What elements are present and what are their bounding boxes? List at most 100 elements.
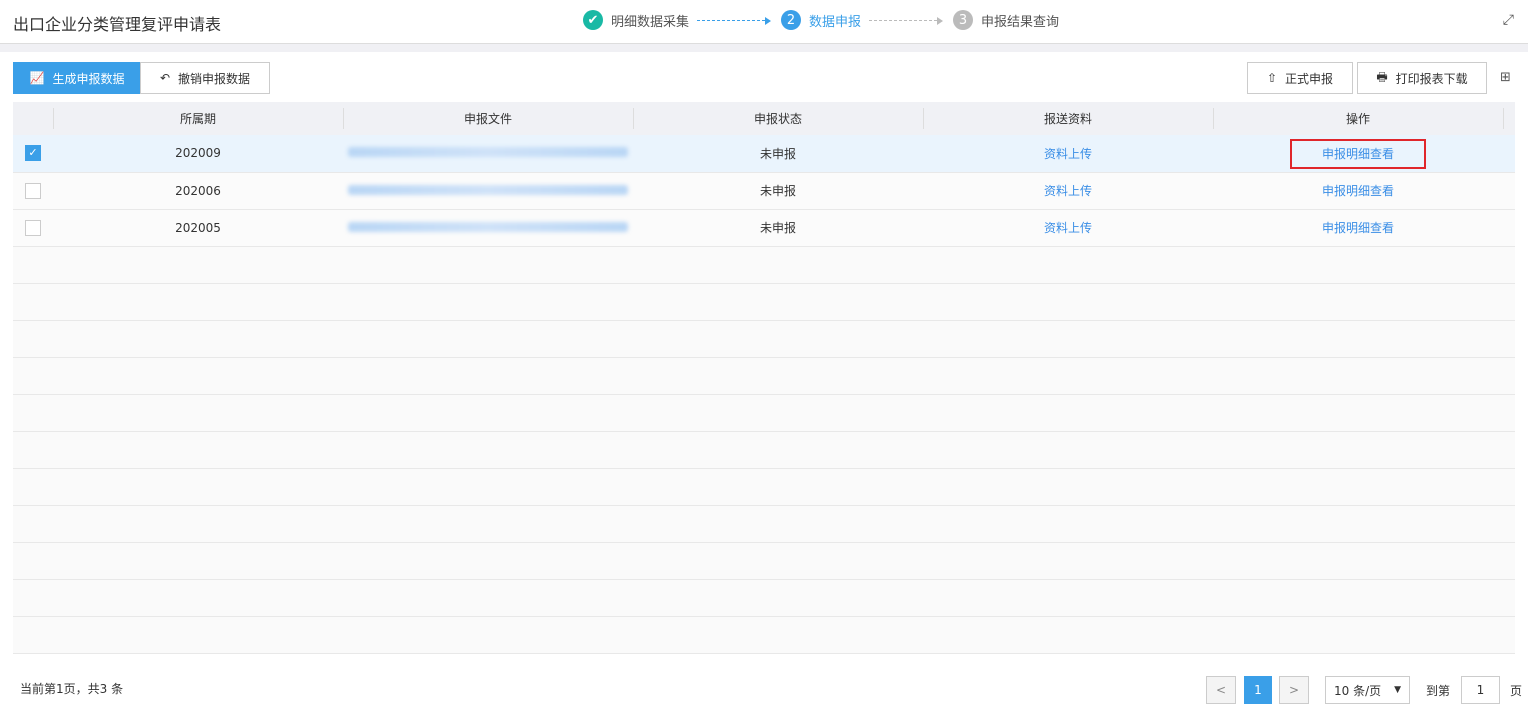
period-cell: 202006 (53, 172, 343, 210)
empty-row (13, 283, 1515, 321)
row-checkbox[interactable] (25, 182, 41, 199)
empty-cell (13, 616, 1515, 654)
status-cell: 未申报 (633, 209, 923, 247)
page-size-value: 10 条/页 (1334, 683, 1382, 698)
row-checkbox-cell: ✓ (13, 135, 53, 173)
empty-row (13, 579, 1515, 617)
printer-icon: 🖶 (1376, 69, 1388, 84)
submit-label: 正式申报 (1285, 71, 1334, 86)
empty-row (13, 394, 1515, 432)
dropdown-arrow-icon: ▼ (1394, 685, 1401, 695)
action-cell: 申报明细查看 (1213, 209, 1503, 247)
blurred-filename (348, 184, 628, 195)
col-action: 操作 (1213, 102, 1503, 135)
header-spacer (1503, 102, 1515, 135)
empty-cell (13, 542, 1515, 580)
print-label: 打印报表下载 (1395, 71, 1468, 86)
col-file: 申报文件 (343, 102, 633, 135)
empty-row (13, 320, 1515, 358)
upload-cloud-icon: ⇧ (1266, 71, 1278, 85)
empty-row (13, 246, 1515, 284)
next-page-button[interactable]: > (1279, 676, 1309, 704)
generate-label: 生成申报数据 (52, 71, 125, 86)
view-details-link[interactable]: 申报明细查看 (1289, 138, 1427, 169)
file-cell (343, 209, 633, 247)
header: 出口企业分类管理复评申请表 ✔ 明细数据采集 2 数据申报 3 申报结果查询 ⤢ (0, 0, 1528, 44)
generate-data-button[interactable]: 📈 生成申报数据 (13, 62, 141, 94)
file-cell (343, 135, 633, 173)
status-cell: 未申报 (633, 172, 923, 210)
goto-label: 到第 (1426, 684, 1451, 698)
step-3-number: 3 (953, 10, 974, 30)
column-settings-icon[interactable]: ⊞ (1500, 70, 1511, 85)
page-title: 出口企业分类管理复评申请表 (13, 15, 222, 34)
upload-link[interactable]: 资料上传 (1044, 147, 1092, 161)
empty-row (13, 616, 1515, 654)
col-materials: 报送资料 (923, 102, 1213, 135)
declaration-table: 所属期 申报文件 申报状态 报送资料 操作 ✓ 202009 未申报 资料上传 … (13, 102, 1515, 654)
upload-link[interactable]: 资料上传 (1044, 184, 1092, 198)
step-arrow (697, 16, 772, 25)
header-select (13, 102, 53, 135)
view-details-link[interactable]: 申报明细查看 (1322, 184, 1394, 198)
step-1[interactable]: 明细数据采集 (611, 11, 689, 30)
revoke-label: 撤销申报数据 (178, 71, 251, 86)
page-size-select[interactable]: 10 条/页 ▼ (1325, 676, 1410, 704)
print-download-button[interactable]: 🖶 打印报表下载 (1357, 62, 1487, 94)
materials-cell: 资料上传 (923, 135, 1213, 173)
page-summary: 当前第1页，共3 条 (20, 682, 124, 696)
undo-icon: ↶ (159, 71, 171, 85)
period-cell: 202005 (53, 209, 343, 247)
row-checkbox[interactable]: ✓ (25, 145, 41, 162)
empty-cell (13, 579, 1515, 617)
empty-cell (13, 431, 1515, 469)
action-cell: 申报明细查看 (1213, 135, 1503, 173)
empty-cell (13, 283, 1515, 321)
empty-row (13, 357, 1515, 395)
goto-page-input[interactable]: 1 (1461, 676, 1500, 704)
materials-cell: 资料上传 (923, 209, 1213, 247)
table-row[interactable]: 202005 未申报 资料上传 申报明细查看 (13, 209, 1515, 247)
empty-row (13, 468, 1515, 506)
period-cell: 202009 (53, 135, 343, 173)
col-status: 申报状态 (633, 102, 923, 135)
table-row[interactable]: ✓ 202009 未申报 资料上传 申报明细查看 (13, 135, 1515, 173)
revoke-data-button[interactable]: ↶ 撤销申报数据 (140, 62, 270, 94)
col-period: 所属期 (53, 102, 343, 135)
table-row[interactable]: 202006 未申报 资料上传 申报明细查看 (13, 172, 1515, 210)
spacer-cell (1503, 135, 1515, 173)
action-cell: 申报明细查看 (1213, 172, 1503, 210)
chart-icon: 📈 (29, 71, 45, 85)
divider (0, 44, 1528, 52)
blurred-filename (348, 221, 628, 232)
empty-cell (13, 357, 1515, 395)
step-2[interactable]: 数据申报 (809, 11, 861, 30)
page-1-button[interactable]: 1 (1244, 676, 1272, 704)
file-cell (343, 172, 633, 210)
empty-row (13, 542, 1515, 580)
blurred-filename (348, 147, 628, 158)
step-2-number: 2 (781, 10, 802, 30)
spacer-cell (1503, 172, 1515, 210)
prev-page-button[interactable]: < (1206, 676, 1236, 704)
check-icon: ✔ (583, 10, 603, 30)
row-checkbox[interactable] (25, 219, 41, 236)
materials-cell: 资料上传 (923, 172, 1213, 210)
empty-cell (13, 505, 1515, 543)
empty-cell (13, 246, 1515, 284)
stepper: ✔ 明细数据采集 2 数据申报 3 申报结果查询 (583, 10, 1059, 30)
empty-row (13, 505, 1515, 543)
row-checkbox-cell (13, 172, 53, 210)
view-details-link[interactable]: 申报明细查看 (1322, 221, 1394, 235)
submit-button[interactable]: ⇧ 正式申报 (1247, 62, 1353, 94)
step-arrow (869, 16, 944, 25)
fullscreen-icon[interactable]: ⤢ (1503, 12, 1514, 28)
empty-cell (13, 468, 1515, 506)
step-3[interactable]: 申报结果查询 (981, 11, 1059, 30)
empty-cell (13, 320, 1515, 358)
upload-link[interactable]: 资料上传 (1044, 221, 1092, 235)
status-cell: 未申报 (633, 135, 923, 173)
row-checkbox-cell (13, 209, 53, 247)
empty-cell (13, 394, 1515, 432)
empty-row (13, 431, 1515, 469)
